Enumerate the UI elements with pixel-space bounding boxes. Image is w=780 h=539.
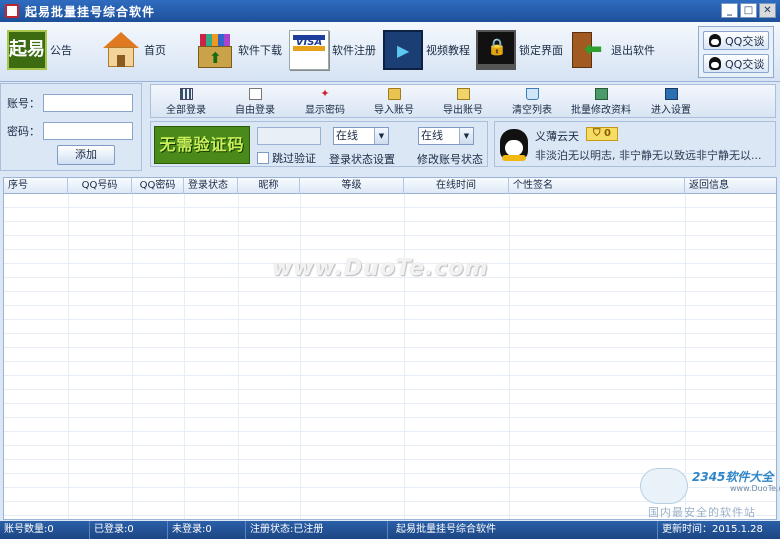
star-icon: ✦ (320, 87, 330, 100)
toolbar-label: 软件下载 (238, 44, 282, 57)
captcha-input[interactable] (257, 127, 321, 145)
chevron-down-icon: ▼ (374, 128, 388, 144)
captcha-image: 无需验证码 (154, 126, 250, 164)
watermark: www.DuoTe.com (272, 256, 489, 281)
settings-button[interactable]: 进入设置 (647, 88, 695, 116)
window-controls: _ □ ✕ (721, 3, 776, 18)
password-input[interactable] (43, 122, 133, 140)
logged-in-count: 已登录:0 (90, 521, 168, 539)
window-title: 起易批量挂号综合软件 (25, 4, 156, 19)
export-accounts-button[interactable]: 导出账号 (440, 88, 486, 116)
toolbar-video[interactable]: 视频教程 (383, 28, 470, 72)
monitor-icon (664, 88, 678, 100)
not-logged-in-count: 未登录:0 (168, 521, 246, 539)
show-password-button[interactable]: ✦ 显示密码 (301, 88, 349, 116)
mascot-icon (640, 468, 688, 504)
profile-panel: 义薄云天 ⛉ 0 非淡泊无以明志, 非宁静无以致远非宁静无以... (494, 121, 776, 167)
qq-penguin-icon (709, 34, 721, 47)
status-app-name: 起易批量挂号综合软件 (388, 521, 658, 539)
badge-site: www.DuoTe.com (730, 484, 780, 493)
toolbar-exit[interactable]: ⬅ 退出软件 (568, 28, 655, 72)
login-status-select[interactable]: 在线 ▼ (333, 127, 389, 145)
vip-level-badge: ⛉ 0 (586, 127, 618, 141)
folder-open-icon (456, 88, 470, 100)
badge-slogan: 国内最安全的软件站 (648, 506, 756, 519)
main-toolbar: 起易 公告 首页 ⬆ 软件下载 VISA 软件注册 视频教程 锁定界面 ⬅ 退出… (0, 22, 780, 82)
modify-status-select[interactable]: 在线 ▼ (418, 127, 474, 145)
add-account-button[interactable]: 添加 (57, 145, 115, 165)
account-label: 账号： (7, 97, 40, 110)
visa-card-icon: VISA (289, 30, 329, 70)
chevron-down-icon: ▼ (459, 128, 473, 144)
close-button[interactable]: ✕ (759, 3, 776, 18)
account-input[interactable] (43, 94, 133, 112)
column-header[interactable]: QQ密码 (132, 178, 184, 194)
qq-avatar (500, 129, 528, 161)
action-bar: 全部登录 自由登录 ✦ 显示密码 导入账号 导出账号 清空列表 批量修改资料 进… (150, 84, 776, 118)
checkbox[interactable] (257, 152, 269, 164)
qq-contact-panel: QQ交谈 QQ交谈 (698, 26, 774, 78)
column-header[interactable]: QQ号码 (68, 178, 132, 194)
status-bar: 账号数量:0 已登录:0 未登录:0 注册状态:已注册 起易批量挂号综合软件 更… (0, 521, 780, 539)
minimize-button[interactable]: _ (721, 3, 738, 18)
house-icon (101, 30, 141, 70)
maximize-button[interactable]: □ (740, 3, 757, 18)
badge-brand: 2345软件大全 (692, 470, 774, 484)
title-bar: 起易批量挂号综合软件 _ □ ✕ (0, 0, 780, 22)
qq-chat-button[interactable]: QQ交谈 (703, 31, 769, 50)
exit-door-icon: ⬅ (568, 30, 608, 70)
import-accounts-button[interactable]: 导入账号 (371, 88, 417, 116)
toolbar-register[interactable]: VISA 软件注册 (289, 28, 376, 72)
toolbar-lock[interactable]: 锁定界面 (476, 28, 563, 72)
column-header[interactable]: 个性签名 (509, 178, 685, 194)
download-box-icon: ⬆ (195, 30, 235, 70)
toolbar-label: 退出软件 (611, 44, 655, 57)
column-header[interactable]: 在线时间 (404, 178, 509, 194)
skip-verification-checkbox[interactable]: 跳过验证 (257, 150, 316, 166)
table-header: 序号 QQ号码 QQ密码 登录状态 昵称 等级 在线时间 个性签名 返回信息 (4, 178, 776, 194)
toolbar-download[interactable]: ⬆ 软件下载 (195, 28, 282, 72)
login-status-label: 登录状态设置 (329, 153, 395, 166)
grid-icon (179, 88, 193, 100)
qq-chat-button[interactable]: QQ交谈 (703, 54, 769, 73)
qq-penguin-icon (709, 57, 721, 70)
disk-icon (594, 88, 608, 100)
toolbar-label: 视频教程 (426, 44, 470, 57)
film-icon (383, 30, 423, 70)
account-entry-panel: 账号： 密码： 添加 (0, 83, 142, 171)
column-header[interactable]: 序号 (4, 178, 68, 194)
toolbar-home[interactable]: 首页 (101, 28, 166, 72)
toolbar-label: 软件注册 (332, 44, 376, 57)
site-badge: 2345软件大全 www.DuoTe.com 国内最安全的软件站 (640, 462, 780, 519)
column-header[interactable]: 昵称 (238, 178, 300, 194)
batch-edit-button[interactable]: 批量修改资料 (567, 88, 635, 116)
toolbar-label: 锁定界面 (519, 44, 563, 57)
toolbar-label: 公告 (50, 44, 72, 57)
registration-status: 注册状态:已注册 (246, 521, 388, 539)
password-label: 密码： (7, 125, 40, 138)
captcha-settings-panel: 无需验证码 跳过验证 在线 ▼ 登录状态设置 在线 ▼ 修改账号状态 (150, 121, 488, 167)
clear-list-button[interactable]: 清空列表 (509, 88, 555, 116)
lock-screen-icon (476, 30, 516, 70)
column-header[interactable]: 等级 (300, 178, 404, 194)
login-all-button[interactable]: 全部登录 (163, 88, 209, 116)
basket-icon (525, 88, 539, 100)
app-icon (5, 4, 19, 18)
column-header[interactable]: 返回信息 (685, 178, 776, 194)
toolbar-label: 首页 (144, 44, 166, 57)
profile-name: 义薄云天 (535, 130, 579, 143)
update-time: 更新时间：2015.1.28 (662, 524, 763, 535)
column-header[interactable]: 登录状态 (184, 178, 238, 194)
paper-icon (248, 88, 262, 100)
modify-status-label: 修改账号状态 (417, 153, 483, 166)
free-login-button[interactable]: 自由登录 (231, 88, 279, 116)
profile-signature: 非淡泊无以明志, 非宁静无以致远非宁静无以... (535, 149, 762, 162)
account-count: 账号数量:0 (0, 521, 90, 539)
logo-icon: 起易 (7, 30, 47, 70)
folder-icon (387, 88, 401, 100)
toolbar-announcement[interactable]: 起易 公告 (7, 28, 72, 72)
